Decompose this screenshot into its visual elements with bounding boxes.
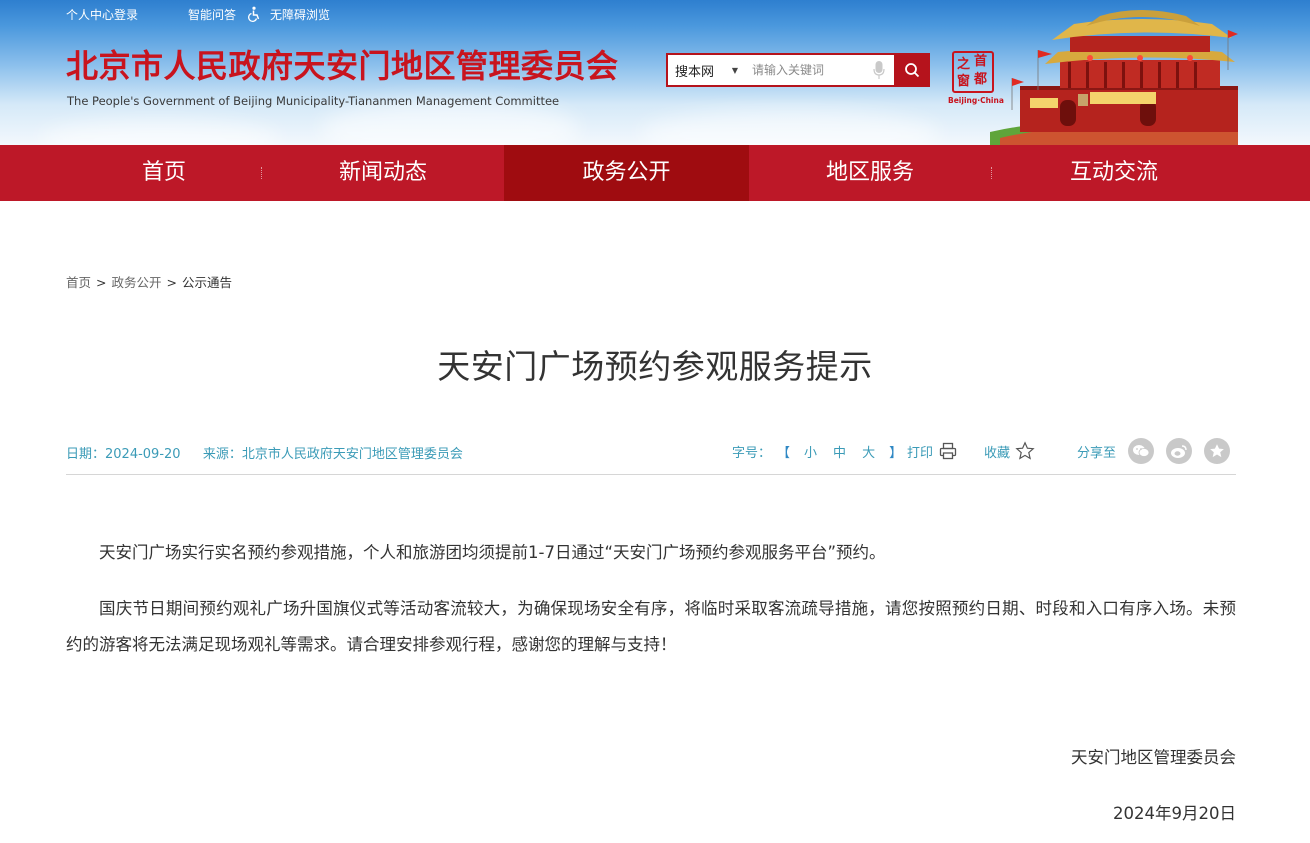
login-link[interactable]: 个人中心登录 [66, 6, 138, 23]
favorite-label: 收藏 [984, 445, 1011, 461]
breadcrumb-current[interactable]: 公示通告 [182, 275, 232, 290]
qzone-share-button[interactable] [1204, 438, 1231, 464]
font-size-control: 字号： 【 小 中 大 】 [732, 436, 908, 466]
weibo-share-button[interactable] [1166, 438, 1193, 464]
search-button[interactable] [894, 53, 930, 87]
site-title[interactable]: 北京市人民政府天安门地区管理委员会 [66, 46, 619, 86]
sky-cloud [640, 110, 940, 145]
font-size-label: 字号： [732, 445, 772, 461]
article-meta-bar: 日期：2024-09-20 来源：北京市人民政府天安门地区管理委员会 字号： 【… [66, 436, 1236, 466]
wechat-icon [1133, 445, 1150, 457]
print-label: 打印 [907, 445, 934, 461]
article-title: 天安门广场预约参观服务提示 [437, 347, 873, 386]
nav-item-interaction[interactable]: 互动交流 [992, 145, 1236, 201]
printer-icon [939, 442, 957, 460]
date-label: 日期： [66, 447, 106, 462]
meta-divider [66, 474, 1236, 475]
site-header: 个人中心登录 智能问答 无障碍浏览 北京市人民政府天安门地区管理委员会 The … [0, 0, 1310, 145]
share-bar: 分享至 [1077, 436, 1231, 466]
font-size-small[interactable]: 小 [804, 442, 817, 461]
search-scope-select[interactable]: 搜本网 ▼ [668, 61, 744, 80]
wheelchair-icon[interactable] [246, 6, 262, 22]
tiananmen-gate-image [990, 10, 1238, 145]
smart-qa-link[interactable]: 智能问答 [188, 6, 236, 23]
favorite-button[interactable]: 收藏 [984, 436, 1035, 466]
search-icon [905, 63, 920, 78]
nav-item-district-services[interactable]: 地区服务 [749, 145, 991, 201]
breadcrumb: 首页 > 政务公开 > 公示通告 [66, 275, 233, 290]
signature-date: 2024年9月20日 [1113, 804, 1236, 823]
article-paragraph: 天安门广场实行实名预约参观措施，个人和旅游团均须提前1-7日通过“天安门广场预约… [99, 543, 886, 562]
nav-item-home[interactable]: 首页 [66, 145, 262, 201]
nav-item-gov-affairs[interactable]: 政务公开 [504, 145, 749, 201]
signature-org: 天安门地区管理委员会 [1071, 748, 1236, 767]
article-paragraph: 国庆节日期间预约观礼广场升国旗仪式等活动客流较大，为确保现场安全有序，将临时采取… [66, 599, 1236, 654]
sky-cloud [40, 120, 280, 145]
weibo-icon [1171, 445, 1187, 458]
chevron-down-icon: ▼ [731, 65, 738, 75]
site-subtitle: The People's Government of Beijing Munic… [67, 94, 560, 108]
print-button[interactable]: 打印 [907, 436, 957, 466]
article-meta-left: 日期：2024-09-20 来源：北京市人民政府天安门地区管理委员会 [66, 443, 463, 462]
wechat-share-button[interactable] [1128, 438, 1155, 464]
nav-item-news[interactable]: 新闻动态 [262, 145, 504, 201]
share-label: 分享至 [1077, 445, 1117, 461]
source-label: 来源： [202, 447, 242, 462]
font-size-medium[interactable]: 中 [833, 442, 846, 461]
search-box: 搜本网 ▼ [666, 53, 930, 87]
breadcrumb-gov-affairs[interactable]: 政务公开 [112, 275, 162, 290]
qzone-star-icon [1210, 444, 1224, 458]
article-source: 北京市人民政府天安门地区管理委员会 [241, 447, 463, 462]
microphone-icon[interactable] [870, 57, 888, 83]
font-size-large[interactable]: 大 [862, 442, 875, 461]
search-input[interactable] [752, 63, 868, 77]
star-icon [1015, 441, 1035, 460]
search-scope-label: 搜本网 [675, 64, 715, 80]
accessible-browse-link[interactable]: 无障碍浏览 [270, 6, 330, 23]
top-utility-bar: 个人中心登录 智能问答 无障碍浏览 [66, 6, 330, 22]
main-nav: 首页 新闻动态 政务公开 地区服务 互动交流 [0, 145, 1310, 201]
breadcrumb-home[interactable]: 首页 [66, 275, 91, 290]
article-date: 2024-09-20 [105, 447, 181, 462]
